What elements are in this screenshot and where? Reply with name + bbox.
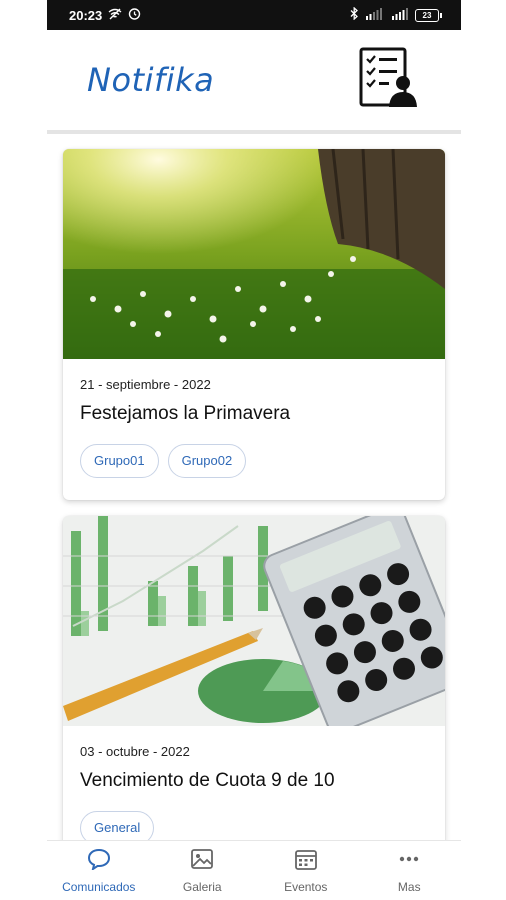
announcement-card[interactable]: 21 - septiembre - 2022 Festejamos la Pri… xyxy=(63,149,445,500)
status-bar: 20:23 23 xyxy=(47,0,461,30)
app-header: Notifika xyxy=(47,30,461,130)
nav-label: Mas xyxy=(397,880,421,894)
nav-item-mas[interactable]: Mas xyxy=(359,848,459,894)
card-title: Festejamos la Primavera xyxy=(80,403,291,424)
signal-icon xyxy=(365,7,385,23)
phone-screen: 20:23 23 Notifika 21 - septiembre - 2022… xyxy=(47,0,461,900)
nav-label: Galeria xyxy=(182,880,222,894)
wifi-off-icon xyxy=(108,8,122,23)
signal-icon xyxy=(391,7,409,23)
tag-list: General xyxy=(80,811,428,840)
tag-list: Grupo01 Grupo02 xyxy=(80,444,428,478)
announcement-feed: 21 - septiembre - 2022 Festejamos la Pri… xyxy=(47,134,461,840)
brand-logo: Notifika xyxy=(87,61,215,99)
chat-bubble-icon xyxy=(87,848,111,875)
alarm-icon xyxy=(128,7,141,23)
checklist-user-icon[interactable] xyxy=(357,47,421,114)
more-dots-icon xyxy=(397,848,421,875)
calendar-icon xyxy=(294,848,318,875)
card-date: 21 - septiembre - 2022 xyxy=(80,377,211,392)
nav-label: Eventos xyxy=(284,880,328,894)
card-date: 03 - octubre - 2022 xyxy=(80,744,190,759)
card-title: Vencimiento de Cuota 9 de 10 xyxy=(80,770,335,791)
nav-item-galeria[interactable]: Galeria xyxy=(152,848,252,894)
announcement-card[interactable]: 03 - octubre - 2022 Vencimiento de Cuota… xyxy=(63,516,445,840)
tag-chip[interactable]: Grupo01 xyxy=(80,444,159,478)
bottom-navigation: Comunicados Galeria Eventos Mas xyxy=(47,840,461,900)
tag-chip[interactable]: General xyxy=(80,811,155,840)
finance-calculator-photo xyxy=(63,516,445,726)
status-time: 20:23 xyxy=(69,7,103,23)
tag-chip[interactable]: Grupo02 xyxy=(167,444,247,478)
bluetooth-icon xyxy=(350,6,359,23)
gallery-icon xyxy=(190,848,214,875)
nav-item-eventos[interactable]: Eventos xyxy=(256,848,356,894)
battery-icon: 23 xyxy=(415,8,442,22)
nav-label: Comunicados xyxy=(62,880,136,894)
nav-item-comunicados[interactable]: Comunicados xyxy=(49,848,149,894)
spring-meadow-photo xyxy=(63,149,445,359)
